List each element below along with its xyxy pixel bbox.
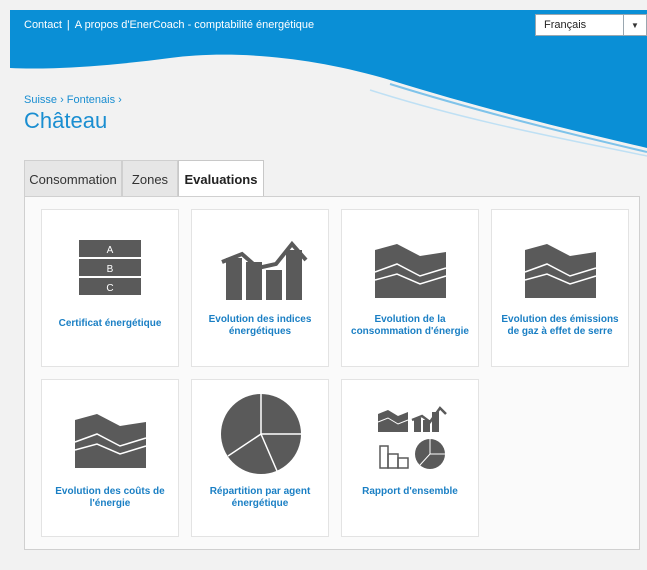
- card-label[interactable]: Répartition par agent énergétique: [196, 486, 324, 510]
- card-rapport-ensemble[interactable]: Rapport d'ensemble: [341, 379, 479, 537]
- card-evolution-consommation[interactable]: Evolution de la consommation d'énergie: [341, 209, 479, 367]
- area-chart-icon: [74, 414, 147, 468]
- card-label[interactable]: Evolution des émissions de gaz à effet d…: [496, 314, 624, 338]
- card-label[interactable]: Certificat énergétique: [46, 318, 174, 330]
- evaluations-panel: A B C Certificat énergétique Evolution d…: [24, 196, 640, 550]
- area-chart-icon: [524, 244, 597, 298]
- about-link[interactable]: A propos d'EnerCoach - comptabilité éner…: [75, 19, 314, 31]
- card-certificat-energetique[interactable]: A B C Certificat énergétique: [41, 209, 179, 367]
- grade-c: C: [106, 283, 113, 294]
- card-label[interactable]: Rapport d'ensemble: [346, 486, 474, 498]
- pie-chart-icon: [221, 394, 301, 474]
- card-label[interactable]: Evolution de la consommation d'énergie: [346, 314, 474, 338]
- tab-evaluations[interactable]: Evaluations: [178, 160, 264, 197]
- page-title: Château: [24, 108, 108, 133]
- contact-link[interactable]: Contact: [24, 19, 62, 31]
- report-overview-icon: [377, 406, 447, 469]
- chevron-down-icon[interactable]: ▼: [623, 15, 646, 35]
- bar-trend-chart-icon: [221, 240, 308, 300]
- grade-a: A: [107, 245, 114, 256]
- language-select[interactable]: Français ▼: [535, 14, 647, 36]
- top-links: Contact | A propos d'EnerCoach - comptabil…: [24, 19, 314, 31]
- card-label[interactable]: Evolution des indices énergétiques: [196, 314, 324, 338]
- card-label[interactable]: Evolution des coûts de l'énergie: [46, 486, 174, 510]
- separator: |: [66, 19, 70, 31]
- grade-b: B: [107, 264, 114, 275]
- card-evolution-emissions[interactable]: Evolution des émissions de gaz à effet d…: [491, 209, 629, 367]
- area-chart-icon: [374, 244, 447, 298]
- language-value: Français: [544, 19, 587, 31]
- card-evolution-indices[interactable]: Evolution des indices énergétiques: [191, 209, 329, 367]
- card-repartition-agent[interactable]: Répartition par agent énergétique: [191, 379, 329, 537]
- tab-zones[interactable]: Zones: [122, 160, 178, 196]
- tab-consommation[interactable]: Consommation: [24, 160, 122, 196]
- card-evolution-couts[interactable]: Evolution des coûts de l'énergie: [41, 379, 179, 537]
- top-navigation-bar: Contact | A propos d'EnerCoach - comptabil…: [10, 10, 647, 40]
- breadcrumb[interactable]: Suisse › Fontenais ›: [24, 94, 122, 106]
- energy-certificate-icon: A B C: [79, 240, 141, 295]
